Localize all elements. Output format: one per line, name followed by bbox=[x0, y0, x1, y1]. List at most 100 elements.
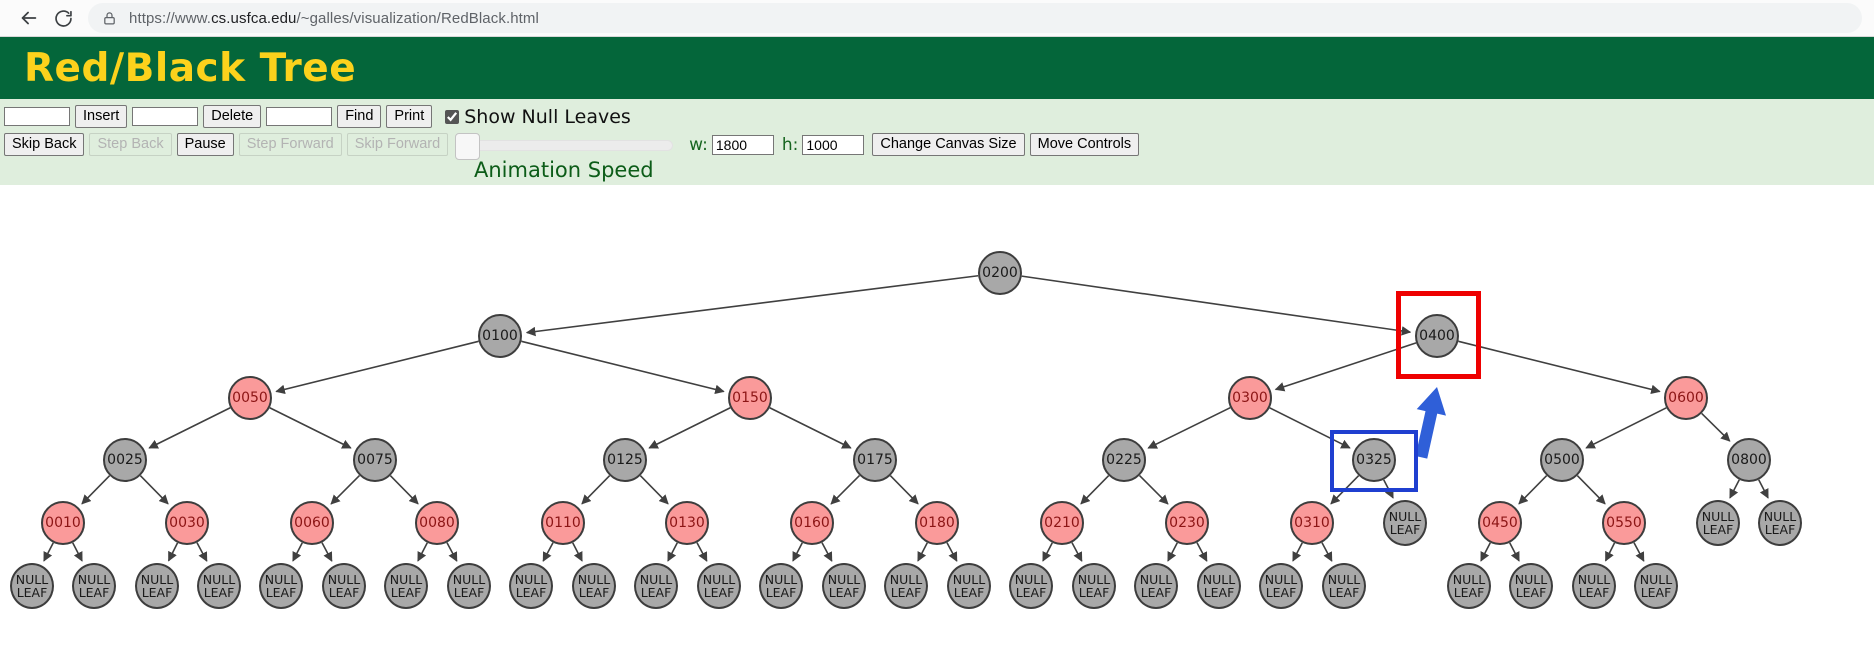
tree-node-0300[interactable]: 0300 bbox=[1228, 376, 1272, 420]
null-leaf-line2: LEAF bbox=[1515, 585, 1547, 600]
tree-node-label: 0150 bbox=[732, 390, 768, 406]
tree-node-0175[interactable]: 0175 bbox=[853, 438, 897, 482]
slider-thumb[interactable] bbox=[455, 133, 481, 160]
tree-node-label: 0310 bbox=[1294, 515, 1330, 531]
tree-edge bbox=[1080, 475, 1110, 505]
back-arrow-icon[interactable] bbox=[12, 1, 46, 35]
tree-node-0180[interactable]: 0180 bbox=[915, 501, 959, 545]
tree-node-0025[interactable]: 0025 bbox=[103, 438, 147, 482]
tree-node-0125[interactable]: 0125 bbox=[603, 438, 647, 482]
delete-input[interactable] bbox=[132, 107, 199, 126]
null-leaf-line2: LEAF bbox=[453, 585, 485, 600]
tree-node-0100[interactable]: 0100 bbox=[478, 314, 522, 358]
tree-node-null-leaf[interactable]: NULL LEAF bbox=[509, 563, 553, 609]
print-button[interactable]: Print bbox=[386, 105, 433, 128]
tree-node-label: 0500 bbox=[1544, 452, 1580, 468]
tree-node-null-leaf[interactable]: NULL LEAF bbox=[1572, 563, 1616, 609]
tree-node-0030[interactable]: 0030 bbox=[165, 501, 209, 545]
tree-node-null-leaf[interactable]: NULL LEAF bbox=[10, 563, 54, 609]
lock-icon[interactable] bbox=[102, 11, 117, 26]
tree-node-label: 0010 bbox=[45, 515, 81, 531]
find-input[interactable] bbox=[266, 107, 333, 126]
tree-edge bbox=[572, 542, 583, 562]
tree-node-null-leaf[interactable]: NULL LEAF bbox=[634, 563, 678, 609]
tree-node-null-leaf[interactable]: NULL LEAF bbox=[822, 563, 866, 609]
tree-node-null-leaf[interactable]: NULL LEAF bbox=[884, 563, 928, 609]
address-bar[interactable]: https://www.cs.usfca.edu/~galles/visuali… bbox=[88, 3, 1862, 33]
null-leaf-line2: LEAF bbox=[328, 585, 360, 600]
tree-edge bbox=[1292, 542, 1303, 562]
tree-node-0310[interactable]: 0310 bbox=[1290, 501, 1334, 545]
tree-node-null-leaf[interactable]: NULL LEAF bbox=[447, 563, 491, 609]
delete-button[interactable]: Delete bbox=[203, 105, 262, 128]
skip-back-button[interactable]: Skip Back bbox=[4, 133, 85, 156]
tree-node-null-leaf[interactable]: NULL LEAF bbox=[759, 563, 803, 609]
tree-node-null-leaf[interactable]: NULL LEAF bbox=[1197, 563, 1241, 609]
insert-button[interactable]: Insert bbox=[75, 105, 128, 128]
tree-node-null-leaf[interactable]: NULL LEAF bbox=[197, 563, 241, 609]
tree-node-label: 0075 bbox=[357, 452, 393, 468]
tree-node-null-leaf[interactable]: NULL LEAF bbox=[1634, 563, 1678, 609]
tree-node-0210[interactable]: 0210 bbox=[1040, 501, 1084, 545]
tree-node-null-leaf[interactable]: NULL LEAF bbox=[1259, 563, 1303, 609]
tree-node-null-leaf[interactable]: NULL LEAF bbox=[1383, 500, 1427, 546]
slider-track[interactable] bbox=[455, 140, 674, 151]
find-button[interactable]: Find bbox=[337, 105, 382, 128]
tree-node-null-leaf[interactable]: NULL LEAF bbox=[947, 563, 991, 609]
tree-node-0450[interactable]: 0450 bbox=[1478, 501, 1522, 545]
tree-node-null-leaf[interactable]: NULL LEAF bbox=[384, 563, 428, 609]
tree-node-0150[interactable]: 0150 bbox=[728, 376, 772, 420]
canvas-width-input[interactable] bbox=[711, 134, 774, 155]
tree-node-null-leaf[interactable]: NULL LEAF bbox=[1134, 563, 1178, 609]
tree-node-0230[interactable]: 0230 bbox=[1165, 501, 1209, 545]
tree-node-null-leaf[interactable]: NULL LEAF bbox=[697, 563, 741, 609]
tree-node-0550[interactable]: 0550 bbox=[1602, 501, 1646, 545]
tree-node-null-leaf[interactable]: NULL LEAF bbox=[1696, 500, 1740, 546]
tree-node-null-leaf[interactable]: NULL LEAF bbox=[322, 563, 366, 609]
reload-icon[interactable] bbox=[46, 1, 80, 35]
pause-button[interactable]: Pause bbox=[176, 133, 234, 156]
tree-node-null-leaf[interactable]: NULL LEAF bbox=[259, 563, 303, 609]
tree-edge bbox=[1458, 340, 1661, 395]
animation-speed-slider[interactable] bbox=[455, 133, 674, 160]
tree-node-0500[interactable]: 0500 bbox=[1540, 438, 1584, 482]
tree-node-null-leaf[interactable]: NULL LEAF bbox=[1758, 500, 1802, 546]
tree-node-0110[interactable]: 0110 bbox=[541, 501, 585, 545]
show-null-leaves-control[interactable]: Show Null Leaves bbox=[445, 106, 631, 128]
null-leaf-line2: LEAF bbox=[1015, 585, 1047, 600]
tree-node-0225[interactable]: 0225 bbox=[1102, 438, 1146, 482]
tree-edge bbox=[389, 475, 419, 505]
change-canvas-size-button[interactable]: Change Canvas Size bbox=[872, 133, 1025, 156]
tree-node-label: 0160 bbox=[794, 515, 830, 531]
canvas-height-input[interactable] bbox=[802, 134, 865, 155]
tree-node-0080[interactable]: 0080 bbox=[415, 501, 459, 545]
tree-node-0160[interactable]: 0160 bbox=[790, 501, 834, 545]
tree-node-0800[interactable]: 0800 bbox=[1727, 438, 1771, 482]
tree-node-0075[interactable]: 0075 bbox=[353, 438, 397, 482]
tree-node-label: 0050 bbox=[232, 390, 268, 406]
height-label: h: bbox=[781, 134, 799, 155]
show-null-leaves-checkbox[interactable] bbox=[445, 109, 460, 124]
tree-node-0200[interactable]: 0200 bbox=[978, 251, 1022, 295]
tree-node-0050[interactable]: 0050 bbox=[228, 376, 272, 420]
tree-edge bbox=[139, 475, 169, 505]
tree-edge bbox=[43, 542, 54, 562]
insert-input[interactable] bbox=[4, 107, 70, 126]
tree-canvas[interactable]: 0200 0100 0400 0050 0150 0300 0600 0025 0075 0125… bbox=[0, 185, 1874, 672]
control-row-animation: Skip Back Step Back Pause Step Forward S… bbox=[0, 130, 1874, 160]
tree-node-null-leaf[interactable]: NULL LEAF bbox=[72, 563, 116, 609]
tree-node-0060[interactable]: 0060 bbox=[290, 501, 334, 545]
tree-node-0130[interactable]: 0130 bbox=[665, 501, 709, 545]
tree-node-null-leaf[interactable]: NULL LEAF bbox=[135, 563, 179, 609]
tree-node-0010[interactable]: 0010 bbox=[41, 501, 85, 545]
tree-node-null-leaf[interactable]: NULL LEAF bbox=[572, 563, 616, 609]
tree-edge bbox=[1701, 412, 1731, 442]
tree-node-null-leaf[interactable]: NULL LEAF bbox=[1447, 563, 1491, 609]
tree-node-null-leaf[interactable]: NULL LEAF bbox=[1072, 563, 1116, 609]
move-controls-button[interactable]: Move Controls bbox=[1029, 133, 1140, 156]
tree-node-0600[interactable]: 0600 bbox=[1664, 376, 1708, 420]
tree-node-null-leaf[interactable]: NULL LEAF bbox=[1322, 563, 1366, 609]
null-leaf-line2: LEAF bbox=[640, 585, 672, 600]
tree-node-null-leaf[interactable]: NULL LEAF bbox=[1009, 563, 1053, 609]
tree-node-null-leaf[interactable]: NULL LEAF bbox=[1509, 563, 1553, 609]
